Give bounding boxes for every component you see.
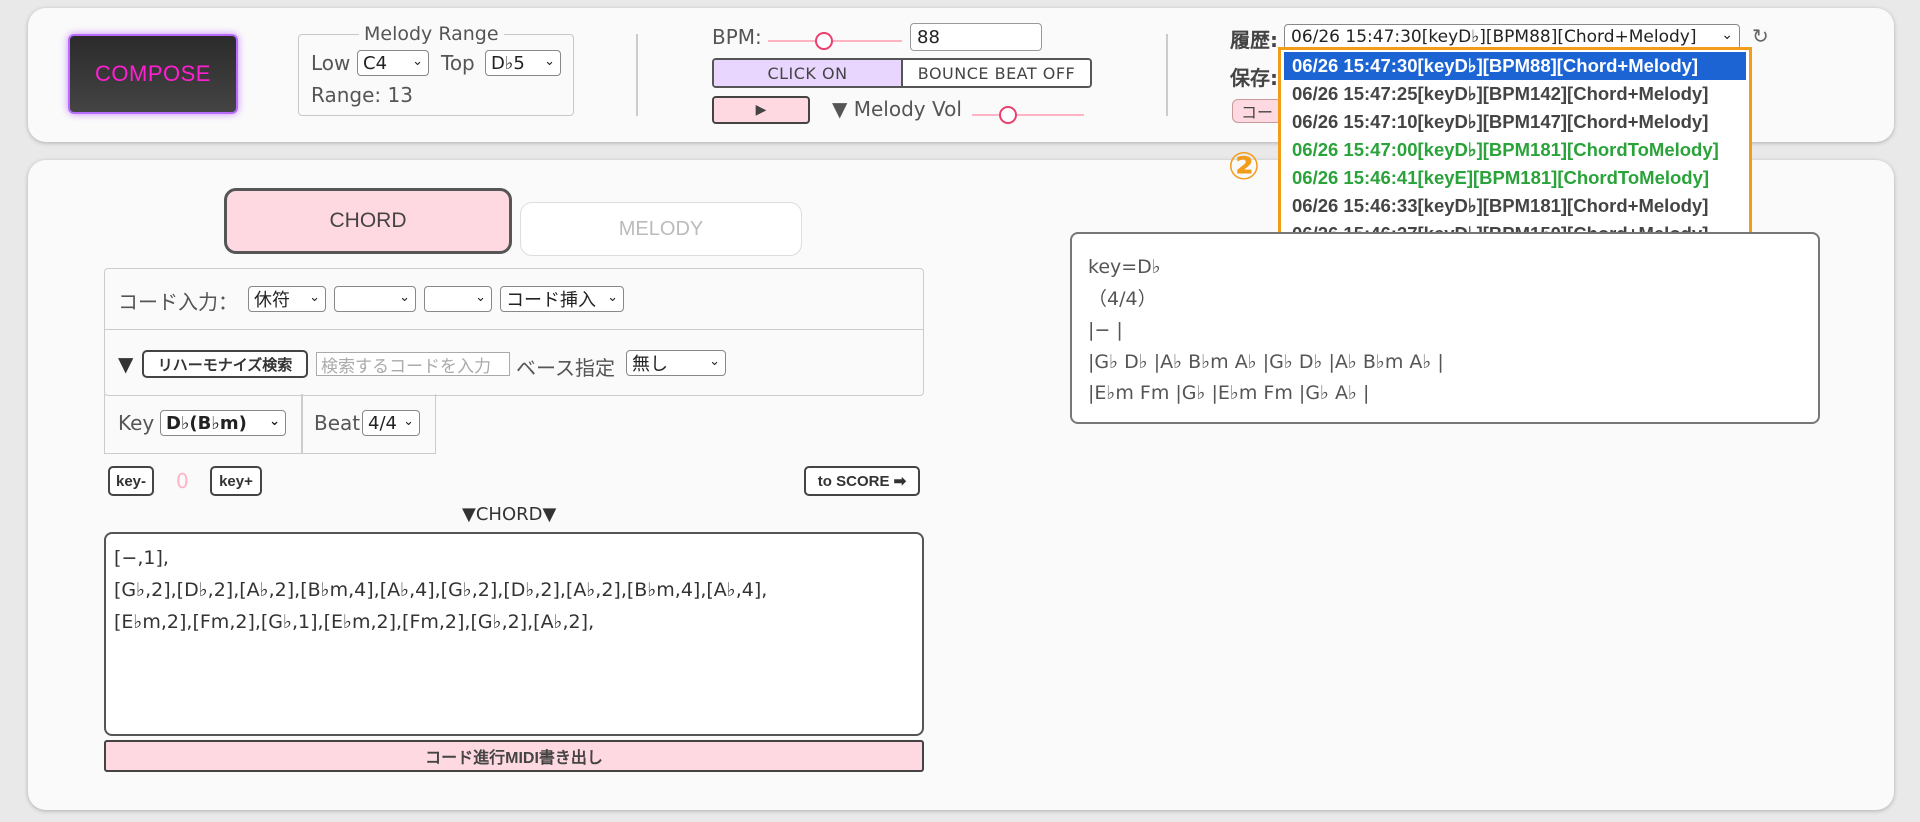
chevron-down-icon: ⌄ [412, 54, 423, 69]
score-line: （4/4） [1088, 287, 1157, 310]
chord-textarea[interactable]: [−,1], [G♭,2],[D♭,2],[A♭,2],[B♭m,4],[A♭,… [104, 532, 924, 736]
reharm-toggle-icon[interactable]: ▼ [118, 352, 133, 376]
chevron-down-icon: ⌄ [309, 290, 320, 305]
compose-button[interactable]: COMPOSE [68, 34, 238, 114]
score-line: |G♭ D♭ |A♭ B♭m A♭ |G♭ D♭ |A♭ B♭m A♭ | [1088, 350, 1444, 373]
chord-heading: ▼CHORD▼ [462, 504, 557, 525]
chevron-down-icon: ⌄ [544, 54, 555, 69]
reload-icon[interactable]: ↻ [1752, 24, 1769, 48]
play-icon: ▶ [755, 102, 767, 118]
chevron-down-icon: ⌄ [1721, 27, 1733, 43]
divider [1166, 34, 1168, 116]
history-option[interactable]: 06/26 15:46:41[keyE][BPM181][ChordToMelo… [1284, 164, 1746, 192]
beat-value: 4/4 [368, 412, 397, 434]
chord-midi-export-button[interactable]: コード進行MIDI書き出し [104, 740, 924, 772]
chord-insert-value: コード挿入 [506, 290, 596, 311]
melody-vol-slider[interactable] [972, 114, 1084, 116]
bass-select[interactable]: 無し ⌄ [626, 350, 726, 376]
bounce-beat-toggle-button[interactable]: BOUNCE BEAT OFF [903, 60, 1090, 86]
melody-range-legend: Melody Range [359, 23, 504, 45]
key-plus-button[interactable]: key+ [210, 466, 262, 496]
score-line: |− | [1088, 319, 1123, 341]
bass-label: ベース指定 [516, 356, 615, 380]
chord-insert-select[interactable]: コード挿入 ⌄ [500, 286, 624, 312]
melody-range-group: Melody Range Low C4 ⌄ Top D♭5 ⌄ Range: 13 [298, 23, 574, 116]
score-display: key=D♭ （4/4） |− | |G♭ D♭ |A♭ B♭m A♭ |G♭ … [1070, 232, 1820, 424]
history-option[interactable]: 06/26 15:47:25[keyD♭][BPM142][Chord+Melo… [1284, 80, 1746, 108]
chevron-down-icon: ⌄ [269, 414, 280, 429]
history-selected-value: 06/26 15:47:30[keyD♭][BPM88][Chord+Melod… [1291, 27, 1697, 47]
melody-vol-label[interactable]: ▼ Melody Vol [832, 97, 962, 121]
divider [636, 34, 638, 116]
tab-melody[interactable]: MELODY [520, 202, 802, 256]
melody-vol-slider-thumb[interactable] [998, 106, 1017, 124]
beat-label: Beat [314, 411, 361, 435]
chevron-down-icon: ⌄ [607, 290, 618, 305]
bpm-slider[interactable] [768, 40, 902, 42]
reharmonize-search-button[interactable]: リハーモナイズ検索 [142, 350, 308, 378]
history-dropdown-list: 06/26 15:47:30[keyD♭][BPM88][Chord+Melod… [1278, 47, 1752, 257]
key-label: Key [118, 411, 155, 435]
bpm-input[interactable]: 88 [910, 23, 1042, 51]
range-text: Range: 13 [311, 83, 413, 107]
history-option[interactable]: 06/26 15:46:33[keyD♭][BPM181][Chord+Melo… [1284, 192, 1746, 220]
top-note-select[interactable]: D♭5 ⌄ [485, 50, 561, 76]
divider [301, 394, 303, 453]
chevron-down-icon: ⌄ [403, 414, 414, 429]
score-line: key=D♭ [1088, 256, 1161, 278]
save-chord-button[interactable]: コー [1232, 99, 1282, 123]
chord-text-line: [E♭m,2],[Fm,2],[G♭,1],[E♭m,2],[Fm,2],[G♭… [114, 611, 595, 633]
chevron-down-icon: ⌄ [709, 354, 720, 369]
click-toggle-button[interactable]: CLICK ON [714, 60, 903, 86]
chord-rest-value: 休符 [254, 290, 290, 311]
chord-rest-select[interactable]: 休符 ⌄ [248, 286, 326, 312]
chord-text-line: [−,1], [114, 547, 169, 569]
history-option[interactable]: 06/26 15:47:10[keyD♭][BPM147][Chord+Melo… [1284, 108, 1746, 136]
low-label: Low [311, 51, 351, 75]
play-button[interactable]: ▶ [712, 96, 810, 124]
transpose-value: 0 [176, 469, 189, 493]
history-option[interactable]: 06/26 15:47:30[keyD♭][BPM88][Chord+Melod… [1284, 52, 1746, 80]
top-note-value: D♭5 [491, 52, 525, 74]
to-score-button[interactable]: to SCORE ➡ [804, 466, 920, 496]
chevron-down-icon: ⌄ [399, 290, 410, 305]
chord-length-select[interactable]: ⌄ [424, 286, 492, 312]
key-value: D♭(B♭m) [166, 412, 247, 434]
history-option[interactable]: 06/26 15:47:00[keyD♭][BPM181][ChordToMel… [1284, 136, 1746, 164]
chord-search-input[interactable]: 検索するコードを入力 [316, 352, 510, 377]
chord-input-label: コード入力： [118, 290, 238, 314]
low-note-value: C4 [363, 52, 388, 74]
top-label: Top [441, 51, 475, 75]
chord-text-line: [G♭,2],[D♭,2],[A♭,2],[B♭m,4],[A♭,4],[G♭,… [114, 579, 768, 601]
tab-chord[interactable]: CHORD [224, 188, 512, 254]
score-line: |E♭m Fm |G♭ |E♭m Fm |G♭ A♭ | [1088, 382, 1370, 404]
chord-quality-select[interactable]: ⌄ [334, 286, 416, 312]
chevron-down-icon: ⌄ [475, 290, 486, 305]
beat-select[interactable]: 4/4 ⌄ [362, 410, 420, 436]
click-bounce-toggle: CLICK ON BOUNCE BEAT OFF [712, 58, 1092, 88]
key-select[interactable]: D♭(B♭m) ⌄ [160, 410, 286, 436]
bass-value: 無し [632, 354, 668, 375]
history-label: 履歴: [1230, 28, 1278, 52]
save-label: 保存: [1230, 66, 1278, 90]
annotation-marker: ② [1227, 144, 1261, 188]
bpm-label: BPM: [712, 25, 762, 49]
key-minus-button[interactable]: key- [108, 466, 154, 496]
low-note-select[interactable]: C4 ⌄ [357, 50, 429, 76]
